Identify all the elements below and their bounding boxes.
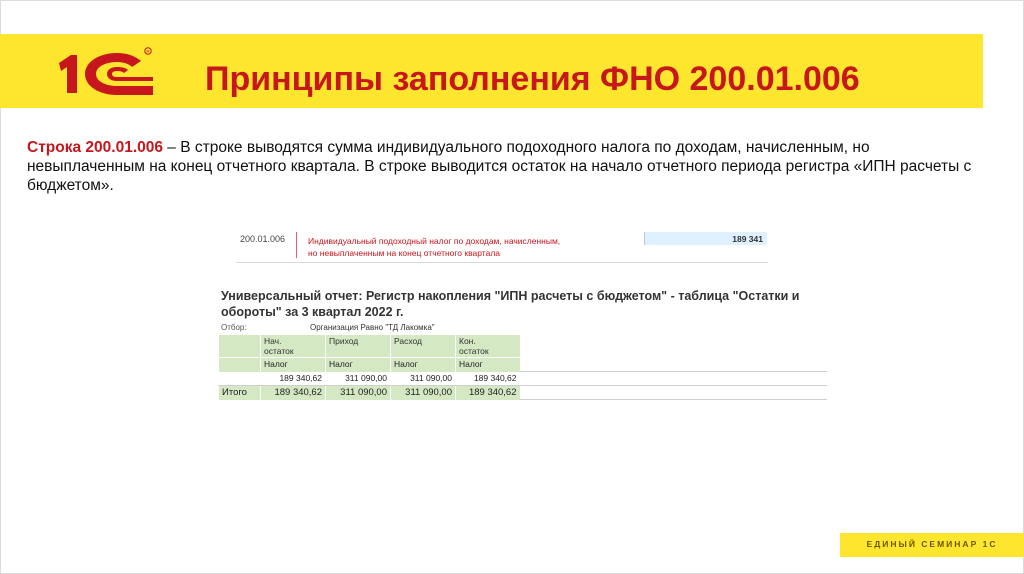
form-row-description-line1: Индивидуальный подоходный налог по доход… [308,236,561,246]
slide: R Принципы заполнения ФНО 200.01.006 Стр… [0,0,1024,574]
data-cell: 311 090,00 [325,371,391,386]
body-paragraph: Строка 200.01.006 – В строке выводятся с… [27,138,987,195]
report-total-row: Итого 189 340,62 311 090,00 311 090,00 1… [218,385,827,400]
subheader-cell: Налог [455,357,520,372]
report-snippet: Универсальный отчет: Регистр накопления … [218,283,828,401]
row-tail [519,385,827,400]
column-header: Нач. остаток [260,335,326,358]
form-row-value-cell: 189 341 [644,232,767,245]
header-corner [218,335,261,358]
report-subheader-row: Налог Налог Налог Налог [218,357,827,372]
form-row-divider [296,232,297,258]
total-cell: 311 090,00 [325,385,391,400]
body-text: – В строке выводятся сумма индивидуально… [27,139,972,194]
form-row-description: Индивидуальный подоходный налог по доход… [308,235,608,259]
data-cell: 189 340,62 [455,371,520,386]
subheader-cell: Налог [390,357,456,372]
footer-text: ЕДИНЫЙ СЕМИНАР 1С [866,539,998,549]
subheader-blank [218,357,261,372]
report-data-row: 189 340,62 311 090,00 311 090,00 189 340… [218,371,827,386]
footer-band: ЕДИНЫЙ СЕМИНАР 1С [840,533,1024,557]
row-tail [519,371,827,386]
total-cell: 311 090,00 [390,385,456,400]
column-header: Приход [325,335,391,358]
form-row-description-line2: но невыплаченным на конец отчетного квар… [308,248,501,258]
column-header: Расход [390,335,456,358]
report-filter-value: Организация Равно "ТД Лакомка" [310,323,435,332]
data-blank [218,371,261,386]
total-label: Итого [218,385,261,400]
row-tail [519,357,827,372]
data-cell: 189 340,62 [260,371,326,386]
column-header: Кон. остаток [455,335,520,358]
form-row-code: 200.01.006 [240,234,286,244]
body-lead: Строка 200.01.006 [27,139,163,156]
data-cell: 311 090,00 [390,371,456,386]
form-row-snippet: 200.01.006 Индивидуальный подоходный нал… [236,232,768,263]
total-cell: 189 340,62 [260,385,326,400]
report-header-row: Нач. остаток Приход Расход Кон. остаток [218,335,827,358]
form-row-value: 189 341 [732,234,763,244]
total-cell: 189 340,62 [455,385,520,400]
subheader-cell: Налог [325,357,391,372]
report-table: Нач. остаток Приход Расход Кон. остаток На… [218,335,827,400]
page-title: Принципы заполнения ФНО 200.01.006 [205,60,860,98]
subheader-cell: Налог [260,357,326,372]
1c-logo: R [59,47,153,95]
report-filter-label: Отбор: [221,323,247,332]
report-title: Универсальный отчет: Регистр накопления … [221,289,800,319]
